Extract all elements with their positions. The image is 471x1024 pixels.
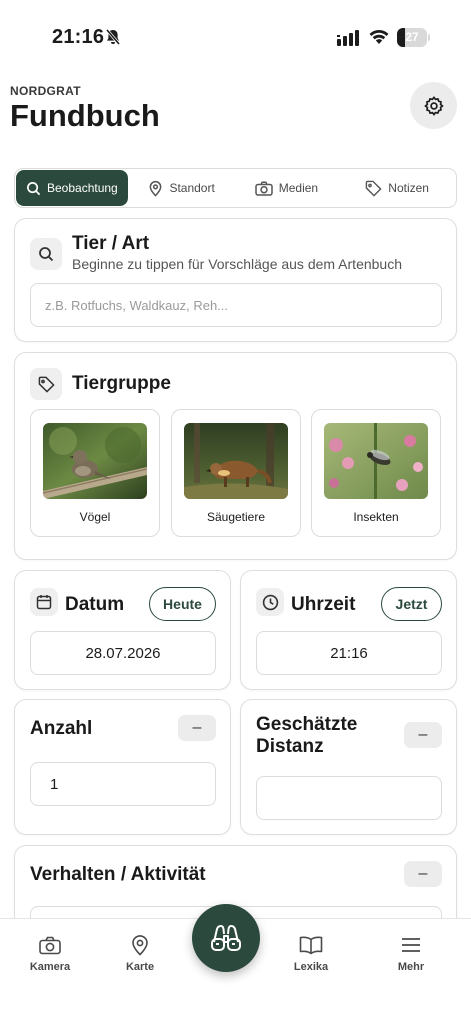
page-title: Fundbuch	[10, 98, 160, 133]
tab-notizen[interactable]: Notizen	[338, 169, 456, 207]
nav-mehr[interactable]: Mehr	[376, 933, 446, 973]
search-icon	[27, 181, 41, 195]
group-option-saeugetiere[interactable]: Säugetiere	[171, 409, 301, 537]
settings-button[interactable]	[410, 82, 457, 129]
clock-icon-chip	[256, 588, 284, 616]
battery-level: 27	[405, 30, 419, 44]
tab-label: Medien	[278, 181, 319, 195]
today-button[interactable]: Heute	[149, 587, 216, 621]
time-card: Uhrzeit Jetzt 21:16	[240, 570, 457, 690]
species-input[interactable]: z.B. Rotfuchs, Waldkauz, Reh...	[30, 283, 442, 327]
nav-label: Karte	[125, 961, 155, 973]
nav-label: Mehr	[397, 961, 425, 973]
clock-icon	[262, 594, 278, 610]
book-icon	[276, 933, 346, 957]
distance-collapse-button[interactable]: –	[404, 722, 442, 748]
nav-label: Lexika	[293, 961, 329, 973]
species-card: Tier / Art Beginne zu tippen für Vorschl…	[14, 218, 457, 342]
animal-group-icon-chip	[30, 368, 62, 400]
distance-card: Geschätzte Distanz –	[240, 699, 457, 835]
animal-group-title: Tiergruppe	[72, 373, 171, 394]
date-card: Datum Heute 28.07.2026	[14, 570, 231, 690]
count-collapse-button[interactable]: –	[178, 715, 216, 741]
battery-icon: 27	[397, 28, 430, 47]
time-input[interactable]: 21:16	[256, 631, 442, 675]
nav-karte[interactable]: Karte	[105, 933, 175, 973]
status-bar: 21:16 27	[0, 0, 471, 70]
behavior-collapse-button[interactable]: –	[404, 861, 442, 887]
tab-beobachtung[interactable]: Beobachtung	[16, 170, 128, 206]
tag-icon	[366, 180, 382, 197]
nav-kamera[interactable]: Kamera	[15, 933, 85, 973]
count-title: Anzahl	[30, 718, 93, 739]
time-title: Uhrzeit	[291, 594, 356, 615]
bird-photo	[43, 423, 147, 499]
now-button[interactable]: Jetzt	[381, 587, 442, 621]
camera-icon	[254, 180, 273, 196]
group-option-label: Insekten	[353, 510, 399, 524]
section-tabs: Beobachtung Standort Medien Notizen	[14, 168, 457, 208]
species-title: Tier / Art	[72, 233, 150, 254]
tab-standort[interactable]: Standort	[129, 169, 235, 207]
search-icon	[39, 247, 54, 262]
distance-title-line2: Distanz	[256, 736, 324, 757]
distance-title-line1: Geschätzte	[256, 714, 358, 735]
tab-label: Standort	[169, 181, 215, 195]
date-title: Datum	[65, 594, 125, 615]
mammal-photo	[184, 423, 288, 499]
observe-fab-button[interactable]	[192, 904, 260, 972]
animal-group-card: Tiergruppe Vögel Säugetiere Insekten	[14, 352, 457, 560]
calendar-icon-chip	[30, 588, 58, 616]
wifi-icon	[368, 27, 390, 50]
tab-medien[interactable]: Medien	[235, 169, 339, 207]
app-kicker: NORDGRAT	[10, 84, 81, 98]
date-input[interactable]: 28.07.2026	[30, 631, 216, 675]
group-option-label: Vögel	[79, 510, 111, 524]
count-value: 1	[50, 775, 59, 793]
time-value: 21:16	[330, 644, 368, 662]
insect-photo	[324, 423, 428, 499]
tag-icon	[38, 376, 55, 393]
tab-label: Notizen	[388, 181, 429, 195]
cellular-signal-icon	[337, 30, 361, 51]
species-placeholder: z.B. Rotfuchs, Waldkauz, Reh...	[45, 297, 229, 313]
status-time: 21:16	[52, 26, 105, 48]
behavior-title: Verhalten / Aktivität	[30, 864, 206, 885]
tab-label: Beobachtung	[47, 181, 118, 195]
group-option-voegel[interactable]: Vögel	[30, 409, 160, 537]
count-card: Anzahl – 1	[14, 699, 231, 835]
nav-label: Kamera	[29, 961, 71, 973]
camera-icon	[15, 933, 85, 957]
distance-input[interactable]	[256, 776, 442, 820]
species-subtitle: Beginne zu tippen für Vorschläge aus dem…	[72, 256, 402, 272]
menu-icon	[376, 933, 446, 957]
map-pin-icon	[105, 933, 175, 957]
gear-icon	[423, 95, 443, 116]
calendar-icon	[36, 595, 52, 610]
group-option-insekten[interactable]: Insekten	[311, 409, 441, 537]
nav-lexika[interactable]: Lexika	[276, 933, 346, 973]
binoculars-icon	[211, 925, 241, 951]
count-input[interactable]: 1	[30, 762, 216, 806]
location-pin-icon	[150, 180, 162, 197]
species-icon-chip	[30, 238, 62, 270]
group-option-label: Säugetiere	[206, 510, 266, 524]
date-value: 28.07.2026	[85, 644, 161, 662]
bell-muted-icon	[104, 28, 122, 51]
